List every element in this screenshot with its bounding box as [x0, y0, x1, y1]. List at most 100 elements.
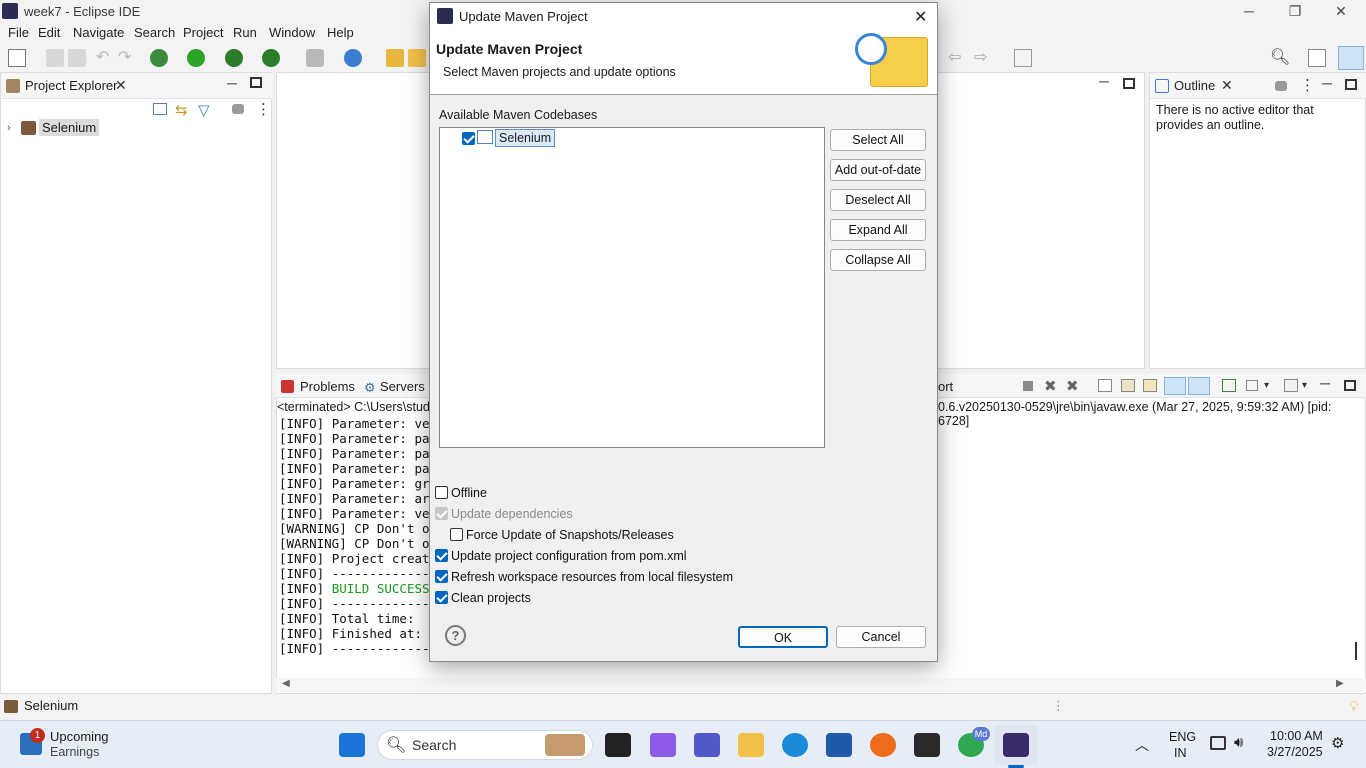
- network-icon[interactable]: [1210, 736, 1226, 750]
- search-icon[interactable]: 🔍︎: [1270, 49, 1290, 67]
- tip-lightbulb-icon[interactable]: 💡︎: [1349, 698, 1359, 715]
- editor-minimize-icon[interactable]: ─: [1099, 73, 1109, 89]
- display-console-dropdown-icon[interactable]: ▾: [1264, 380, 1269, 391]
- clock-time[interactable]: 10:00 AM: [1270, 729, 1323, 743]
- volume-icon[interactable]: 🔊︎: [1234, 734, 1243, 751]
- filter-icon[interactable]: ▽: [198, 101, 210, 119]
- show-on-output-icon[interactable]: [1164, 377, 1186, 395]
- menu-file[interactable]: File: [8, 25, 29, 40]
- codebases-tree[interactable]: [439, 127, 825, 448]
- word-wrap-icon[interactable]: [1143, 379, 1157, 392]
- console-vertical-scrollbar-thumb[interactable]: [1355, 642, 1357, 660]
- force-update-checkbox[interactable]: [450, 528, 463, 541]
- eclipse-taskbar-icon[interactable]: [1003, 733, 1029, 757]
- close-tab-icon[interactable]: ✕: [115, 77, 127, 94]
- open-perspective-icon[interactable]: [1308, 49, 1326, 67]
- open-console-icon[interactable]: [1284, 379, 1298, 392]
- undo-icon[interactable]: ↶: [96, 49, 114, 67]
- project-explorer-tab[interactable]: Project Explorer: [25, 78, 117, 93]
- link-with-editor-icon[interactable]: ⇆: [175, 101, 188, 119]
- language-bottom[interactable]: IN: [1174, 746, 1187, 760]
- add-out-of-date-button[interactable]: Add out-of-date: [830, 159, 926, 181]
- java-perspective-icon[interactable]: [1338, 46, 1364, 70]
- widget-title[interactable]: Upcoming: [50, 729, 109, 744]
- start-icon[interactable]: [339, 733, 365, 757]
- open-console-dropdown-icon[interactable]: ▾: [1302, 380, 1307, 391]
- collapse-all-button[interactable]: Collapse All: [830, 249, 926, 271]
- forward-icon[interactable]: ⇨: [974, 49, 992, 67]
- expand-all-button[interactable]: Expand All: [830, 219, 926, 241]
- edge-icon[interactable]: [782, 733, 808, 757]
- console-maximize-icon[interactable]: [1344, 380, 1356, 391]
- menu-help[interactable]: Help: [327, 25, 354, 40]
- focus-icon[interactable]: [232, 104, 244, 114]
- widget-subtitle[interactable]: Earnings: [50, 745, 99, 759]
- save-icon[interactable]: [46, 49, 64, 67]
- clock-date[interactable]: 3/27/2025: [1267, 745, 1323, 759]
- redo-icon[interactable]: ↷: [118, 49, 136, 67]
- new-wizard-icon[interactable]: [344, 49, 362, 67]
- refresh-workspace-checkbox[interactable]: [435, 570, 448, 583]
- clear-console-icon[interactable]: [1098, 379, 1112, 392]
- menu-edit[interactable]: Edit: [38, 25, 60, 40]
- outline-minimize-icon[interactable]: ─: [1322, 75, 1332, 91]
- scroll-left-icon[interactable]: ◀: [282, 678, 290, 689]
- remove-launch-icon[interactable]: ✖: [1044, 377, 1057, 395]
- show-on-error-icon[interactable]: [1188, 377, 1210, 395]
- notifications-icon[interactable]: ⚙: [1331, 734, 1344, 752]
- menu-project[interactable]: Project: [183, 25, 223, 40]
- terminate-icon[interactable]: [1023, 381, 1033, 391]
- copilot-icon[interactable]: [650, 733, 676, 757]
- tree-item-selenium[interactable]: Selenium: [39, 119, 100, 136]
- pin-editor-icon[interactable]: [1014, 49, 1032, 67]
- update-config-checkbox[interactable]: [435, 549, 448, 562]
- external-tools-icon[interactable]: [262, 49, 280, 67]
- dialog-close-button[interactable]: ✕: [914, 7, 927, 27]
- clean-projects-checkbox[interactable]: [435, 591, 448, 604]
- close-outline-icon[interactable]: ✕: [1221, 77, 1233, 94]
- new-server-icon[interactable]: [306, 49, 324, 67]
- show-hidden-icons-icon[interactable]: ︿: [1135, 735, 1149, 755]
- editor-maximize-icon[interactable]: [1123, 78, 1135, 89]
- teams-icon[interactable]: [694, 733, 720, 757]
- menu-window[interactable]: Window: [269, 25, 315, 40]
- outline-focus-icon[interactable]: [1275, 81, 1287, 91]
- scroll-lock-icon[interactable]: [1121, 379, 1135, 392]
- outline-maximize-icon[interactable]: [1345, 79, 1357, 90]
- servers-tab[interactable]: Servers: [380, 379, 425, 394]
- cancel-button[interactable]: Cancel: [836, 626, 926, 648]
- console-minimize-icon[interactable]: ─: [1320, 375, 1330, 391]
- ok-button[interactable]: OK: [738, 626, 828, 648]
- view-menu-icon[interactable]: ⋮: [256, 100, 271, 118]
- hidden-tab-label[interactable]: ort: [938, 379, 953, 394]
- coverage-icon[interactable]: [225, 49, 243, 67]
- pin-console-icon[interactable]: [1222, 379, 1236, 392]
- collapse-all-icon[interactable]: [153, 103, 167, 115]
- maximize-view-icon[interactable]: [250, 77, 262, 88]
- new-file-icon[interactable]: [8, 49, 26, 67]
- codebase-item-selenium[interactable]: Selenium: [495, 129, 556, 147]
- menu-navigate[interactable]: Navigate: [73, 25, 124, 40]
- menu-search[interactable]: Search: [134, 25, 175, 40]
- save-all-icon[interactable]: [68, 49, 86, 67]
- remove-all-icon[interactable]: ✖: [1066, 377, 1079, 395]
- codebase-checkbox[interactable]: [462, 132, 475, 145]
- console-horizontal-scrollbar[interactable]: [276, 678, 1366, 692]
- outline-menu-icon[interactable]: ⋮: [1300, 76, 1315, 94]
- terminal-icon[interactable]: [914, 733, 940, 757]
- minimize-view-icon[interactable]: ─: [227, 75, 237, 91]
- task-view-icon[interactable]: [605, 733, 631, 757]
- problems-tab[interactable]: Problems: [300, 379, 355, 394]
- restore-button[interactable]: ❐: [1272, 0, 1318, 22]
- open-type-icon[interactable]: [386, 49, 404, 67]
- run-icon[interactable]: [187, 49, 205, 67]
- debug-icon[interactable]: [150, 49, 168, 67]
- outline-tab[interactable]: Outline: [1174, 78, 1215, 93]
- tree-expand-icon[interactable]: ›: [7, 122, 11, 134]
- close-window-button[interactable]: ✕: [1318, 0, 1364, 22]
- menu-run[interactable]: Run: [233, 25, 257, 40]
- help-icon[interactable]: ?: [445, 625, 466, 646]
- deselect-all-button[interactable]: Deselect All: [830, 189, 926, 211]
- firefox-icon[interactable]: [870, 733, 896, 757]
- scroll-right-icon[interactable]: ▶: [1336, 678, 1344, 689]
